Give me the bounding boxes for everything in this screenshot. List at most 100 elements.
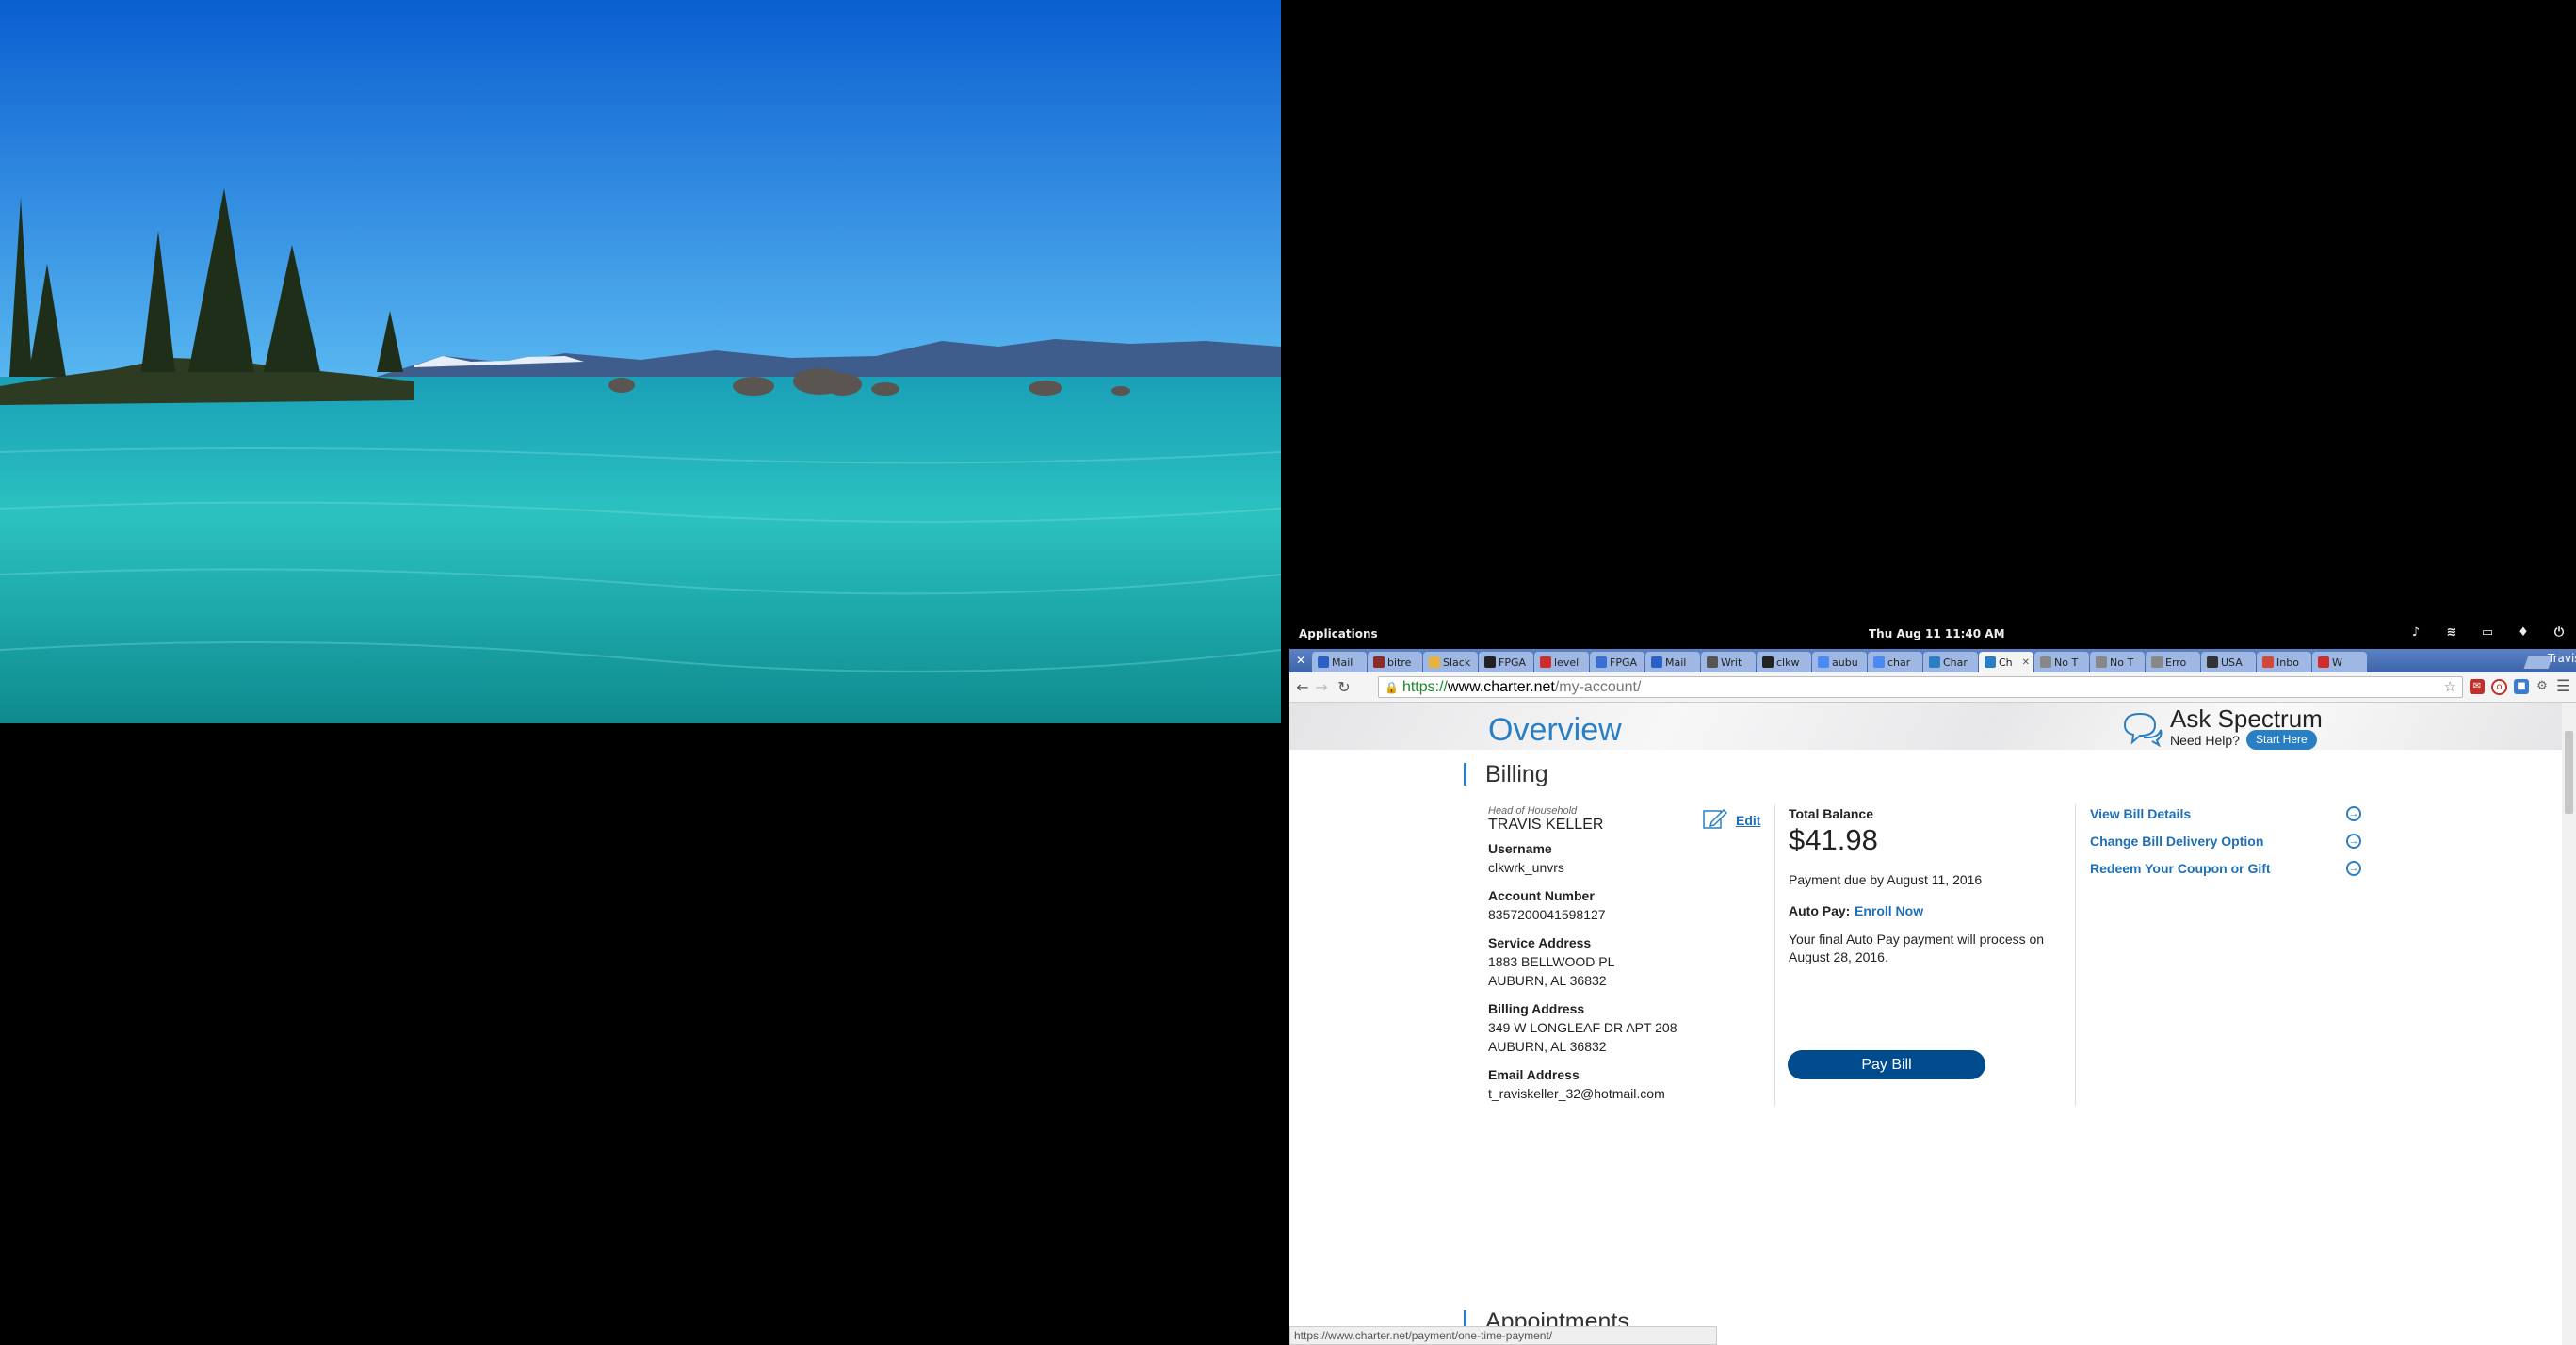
extension-gear-icon[interactable]: ⚙	[2535, 679, 2550, 694]
status-bubble-url: https://www.charter.net/payment/one-time…	[1289, 1326, 1717, 1345]
billing-address-line1: 349 W LONGLEAF DR APT 208	[1488, 1020, 1677, 1035]
back-icon[interactable]: ←	[1293, 678, 1312, 696]
edit-icon[interactable]	[1703, 807, 1727, 830]
tab-list: Mail bitre Slack FPGA level FPGA Mail Writ clkw a…	[1312, 652, 2368, 672]
browser-tab[interactable]: Inbo	[2257, 652, 2311, 672]
browser-tab[interactable]: FPGA	[1479, 652, 1533, 672]
browser-tab[interactable]: aubu	[1812, 652, 1867, 672]
view-bill-details-link[interactable]: View Bill Details	[2090, 806, 2191, 821]
tab-favicon-icon	[1596, 656, 1607, 668]
service-address-label: Service Address	[1488, 935, 1592, 950]
auto-pay-label: Auto Pay:	[1789, 903, 1851, 918]
close-tab-icon[interactable]: ✕	[2022, 657, 2030, 668]
tab-title: Slack	[1443, 656, 1471, 669]
total-balance-label: Total Balance	[1789, 806, 1873, 821]
tab-title: Mail	[1665, 656, 1687, 669]
extension-mail-icon[interactable]: ✉	[2470, 679, 2485, 694]
browser-tab[interactable]: FPGA	[1590, 652, 1644, 672]
page-title: Overview	[1488, 712, 1622, 748]
volume-icon[interactable]: ♪	[2408, 625, 2423, 640]
tab-favicon-icon	[2262, 656, 2274, 668]
tab-title: bitre	[1387, 656, 1412, 669]
tab-title: char	[1887, 656, 1911, 669]
redeem-coupon-link[interactable]: Redeem Your Coupon or Gift	[2090, 861, 2271, 876]
account-holder-name: TRAVIS KELLER	[1488, 817, 1604, 833]
billing-heading: Billing	[1464, 763, 1548, 786]
browser-tab[interactable]: level	[1534, 652, 1589, 672]
start-here-button[interactable]: Start Here	[2246, 730, 2317, 750]
browser-tab[interactable]: Mail	[1645, 652, 1700, 672]
clock[interactable]: Thu Aug 11 11:40 AM	[1869, 627, 2005, 640]
browser-tab-strip: ✕ Mail bitre Slack FPGA level FPGA Mail Writ clk…	[1289, 649, 2576, 672]
scrollbar-thumb[interactable]	[2565, 731, 2573, 814]
tab-title: Erro	[2165, 656, 2187, 669]
notification-icon[interactable]: ♦	[2516, 625, 2531, 640]
browser-tab[interactable]: W	[2312, 652, 2367, 672]
tab-title: No T	[2110, 656, 2134, 669]
battery-icon[interactable]: ▭	[2480, 625, 2495, 640]
right-screen: Applications Thu Aug 11 11:40 AM ♪ ≋ ▭ ♦…	[1289, 620, 2576, 1345]
extension-blue-icon[interactable]: ■	[2514, 679, 2529, 694]
tab-favicon-icon	[2151, 656, 2163, 668]
enroll-now-link[interactable]: Enroll Now	[1855, 903, 1923, 918]
head-of-household-label: Head of Household	[1488, 805, 1578, 817]
browser-tab[interactable]: USA	[2201, 652, 2256, 672]
forward-icon[interactable]: →	[1312, 678, 1331, 696]
browser-tab[interactable]: No T	[2090, 652, 2145, 672]
need-help-label: Need Help?	[2170, 733, 2240, 748]
arrow-right-icon[interactable]: →	[2346, 806, 2361, 821]
power-icon[interactable]: ⏻	[2552, 625, 2567, 640]
tab-favicon-icon	[1651, 656, 1662, 668]
overview-banner: Overview Ask Spectrum Need Help? Start H…	[1289, 703, 2562, 750]
tab-favicon-icon	[1985, 656, 1996, 668]
address-bar[interactable]: 🔒 https://www.charter.net/my-account/ ☆	[1378, 676, 2463, 698]
browser-tab[interactable]: Writ	[1701, 652, 1756, 672]
close-window-icon[interactable]: ✕	[1293, 653, 1308, 668]
bookmark-star-icon[interactable]: ☆	[2444, 677, 2456, 697]
arrow-right-icon[interactable]: →	[2346, 834, 2361, 849]
browser-tab[interactable]: clkw	[1757, 652, 1811, 672]
applications-menu[interactable]: Applications	[1299, 627, 1378, 640]
browser-tab[interactable]: bitre	[1368, 652, 1422, 672]
page-scrollbar[interactable]	[2562, 703, 2576, 1345]
tab-favicon-icon	[1429, 656, 1440, 668]
tab-favicon-icon	[1540, 656, 1551, 668]
tab-title: FPGA	[1610, 656, 1638, 669]
tab-title: Char	[1943, 656, 1968, 669]
auto-pay-note-line1: Your final Auto Pay payment will process…	[1789, 932, 2045, 947]
reload-icon[interactable]: ↻	[1335, 678, 1353, 696]
desktop-wallpaper	[0, 0, 1281, 723]
change-bill-delivery-link[interactable]: Change Bill Delivery Option	[2090, 834, 2263, 849]
wifi-icon[interactable]: ≋	[2444, 625, 2459, 640]
tab-title: clkw	[1776, 656, 1800, 669]
chrome-menu-icon[interactable]: ☰	[2556, 677, 2570, 696]
extension-opera-icon[interactable]: o	[2491, 679, 2507, 695]
email-address-value: t_raviskeller_32@hotmail.com	[1488, 1086, 1665, 1101]
tab-favicon-icon	[1818, 656, 1829, 668]
browser-tab[interactable]: Erro	[2146, 652, 2200, 672]
service-address-line2: AUBURN, AL 36832	[1488, 973, 1607, 988]
arrow-right-icon[interactable]: →	[2346, 861, 2361, 876]
chat-bubble-icon[interactable]	[2121, 710, 2164, 748]
browser-tab[interactable]: No T	[2034, 652, 2089, 672]
tab-title: Mail	[1332, 656, 1353, 669]
tab-favicon-icon	[1373, 656, 1385, 668]
tab-title: W	[2332, 656, 2342, 669]
browser-tab[interactable]: char	[1868, 652, 1922, 672]
tab-title: Writ	[1721, 656, 1742, 669]
tab-favicon-icon	[1484, 656, 1496, 668]
tab-title: aubu	[1832, 656, 1858, 669]
profile-name[interactable]: Travis	[2548, 652, 2576, 671]
browser-tab[interactable]: Slack	[1423, 652, 1478, 672]
browser-tab[interactable]: Char	[1923, 652, 1978, 672]
browser-tab[interactable]: Mail	[1312, 652, 1367, 672]
tab-title: FPGA	[1499, 656, 1527, 669]
edit-link[interactable]: Edit	[1736, 813, 1760, 828]
pay-bill-button[interactable]: Pay Bill	[1788, 1050, 1985, 1079]
browser-tab[interactable]: Ch ✕	[1979, 652, 2033, 672]
billing-address-label: Billing Address	[1488, 1001, 1585, 1016]
billing-address-line2: AUBURN, AL 36832	[1488, 1039, 1607, 1054]
tab-title: USA	[2221, 656, 2243, 669]
url-host: www.charter.net	[1447, 679, 1555, 695]
service-address-line1: 1883 BELLWOOD PL	[1488, 954, 1615, 969]
